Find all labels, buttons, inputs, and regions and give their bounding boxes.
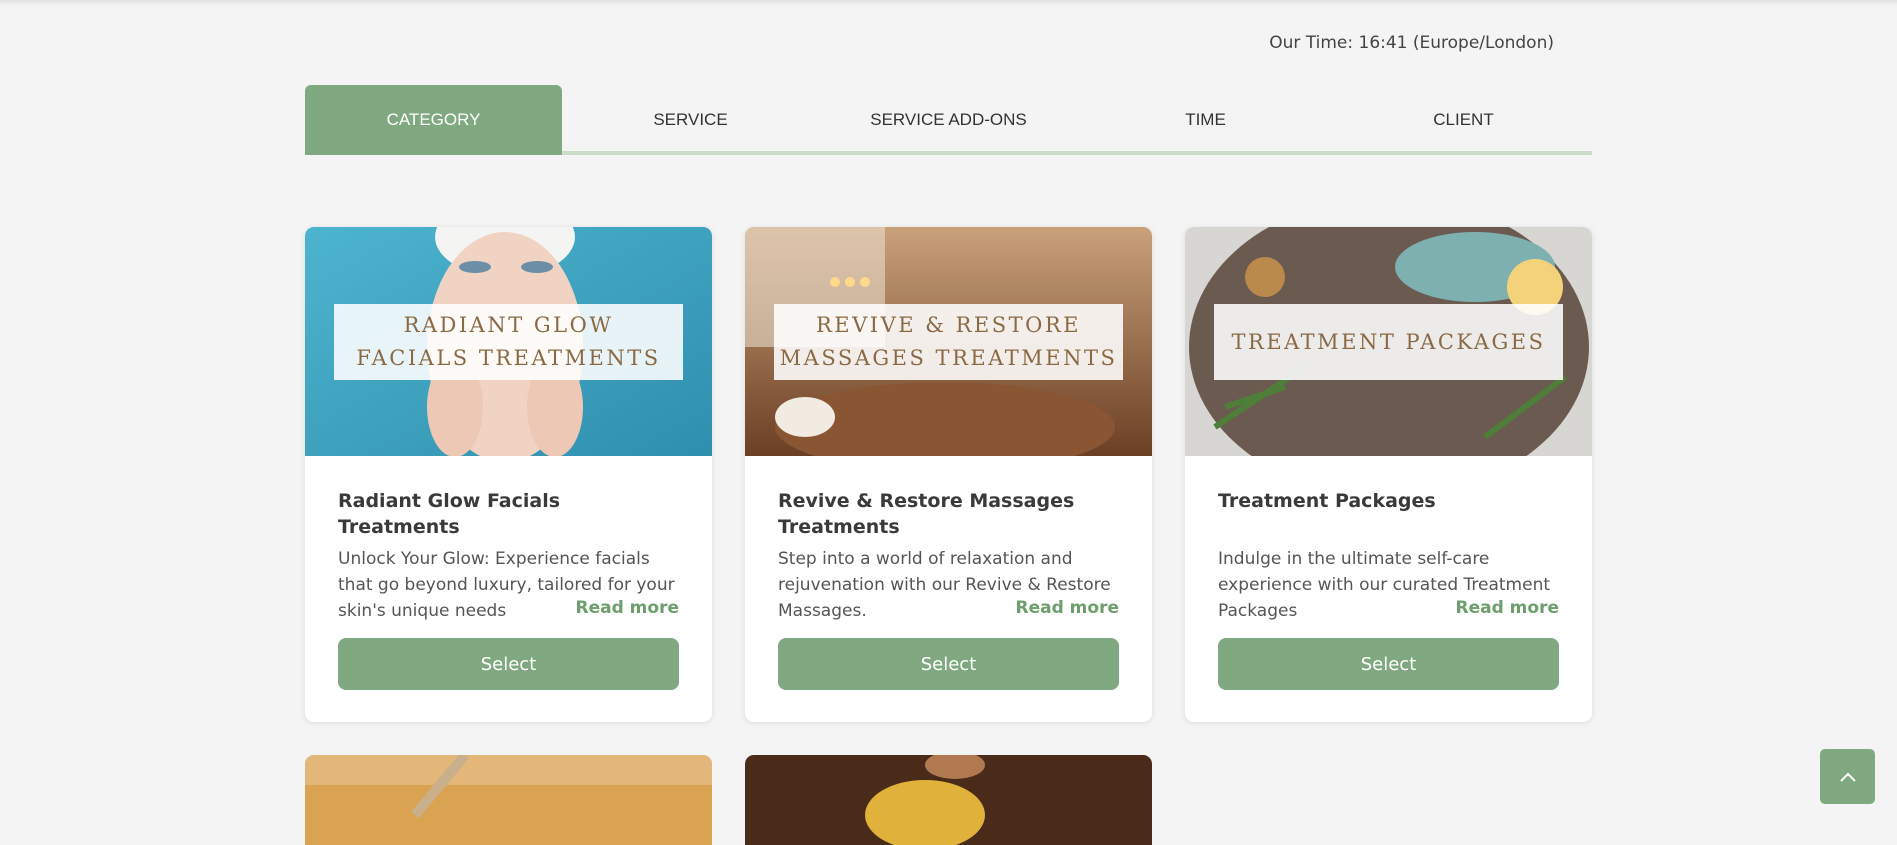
card-title: Revive & Restore Massages Treatments (778, 490, 1075, 538)
read-more-link[interactable]: Read more (1456, 598, 1560, 618)
card-image: TREATMENT PACKAGES (1185, 227, 1592, 456)
card-image: RADIANT GLOW FACIALS TREATMENTS (305, 227, 712, 456)
category-card-packages: TREATMENT PACKAGES Treatment Packages In… (1185, 227, 1592, 722)
card-image-caption: TREATMENT PACKAGES (1214, 304, 1563, 380)
card-image: REVIVE & RESTORE MASSAGES TREATMENTS (745, 227, 1152, 456)
category-card-facials: RADIANT GLOW FACIALS TREATMENTS Radiant … (305, 227, 712, 722)
select-button[interactable]: Select (778, 638, 1119, 690)
step-category[interactable]: CATEGORY (305, 85, 562, 155)
scroll-to-top-button[interactable] (1820, 749, 1875, 804)
card-image-caption: RADIANT GLOW FACIALS TREATMENTS (334, 304, 683, 380)
chevron-up-icon (1839, 772, 1856, 782)
read-more-link[interactable]: Read more (576, 598, 680, 618)
booking-steps: CATEGORY SERVICE SERVICE ADD-ONS TIME CL… (305, 85, 1592, 155)
step-client[interactable]: CLIENT (1335, 85, 1592, 155)
card-title: Radiant Glow Facials Treatments (338, 490, 561, 538)
top-shadow (0, 0, 1897, 6)
select-button[interactable]: Select (338, 638, 679, 690)
select-button[interactable]: Select (1218, 638, 1559, 690)
card-image-caption: REVIVE & RESTORE MASSAGES TREATMENTS (774, 304, 1123, 380)
step-service-add-ons[interactable]: SERVICE ADD-ONS (820, 85, 1077, 155)
step-service[interactable]: SERVICE (562, 85, 819, 155)
category-card-massages: REVIVE & RESTORE MASSAGES TREATMENTS Rev… (745, 227, 1152, 722)
read-more-link[interactable]: Read more (1016, 598, 1120, 618)
local-time: Our Time: 16:41 (Europe/London) (1269, 33, 1554, 53)
card-title: Treatment Packages (1218, 490, 1436, 512)
step-time[interactable]: TIME (1077, 85, 1334, 155)
